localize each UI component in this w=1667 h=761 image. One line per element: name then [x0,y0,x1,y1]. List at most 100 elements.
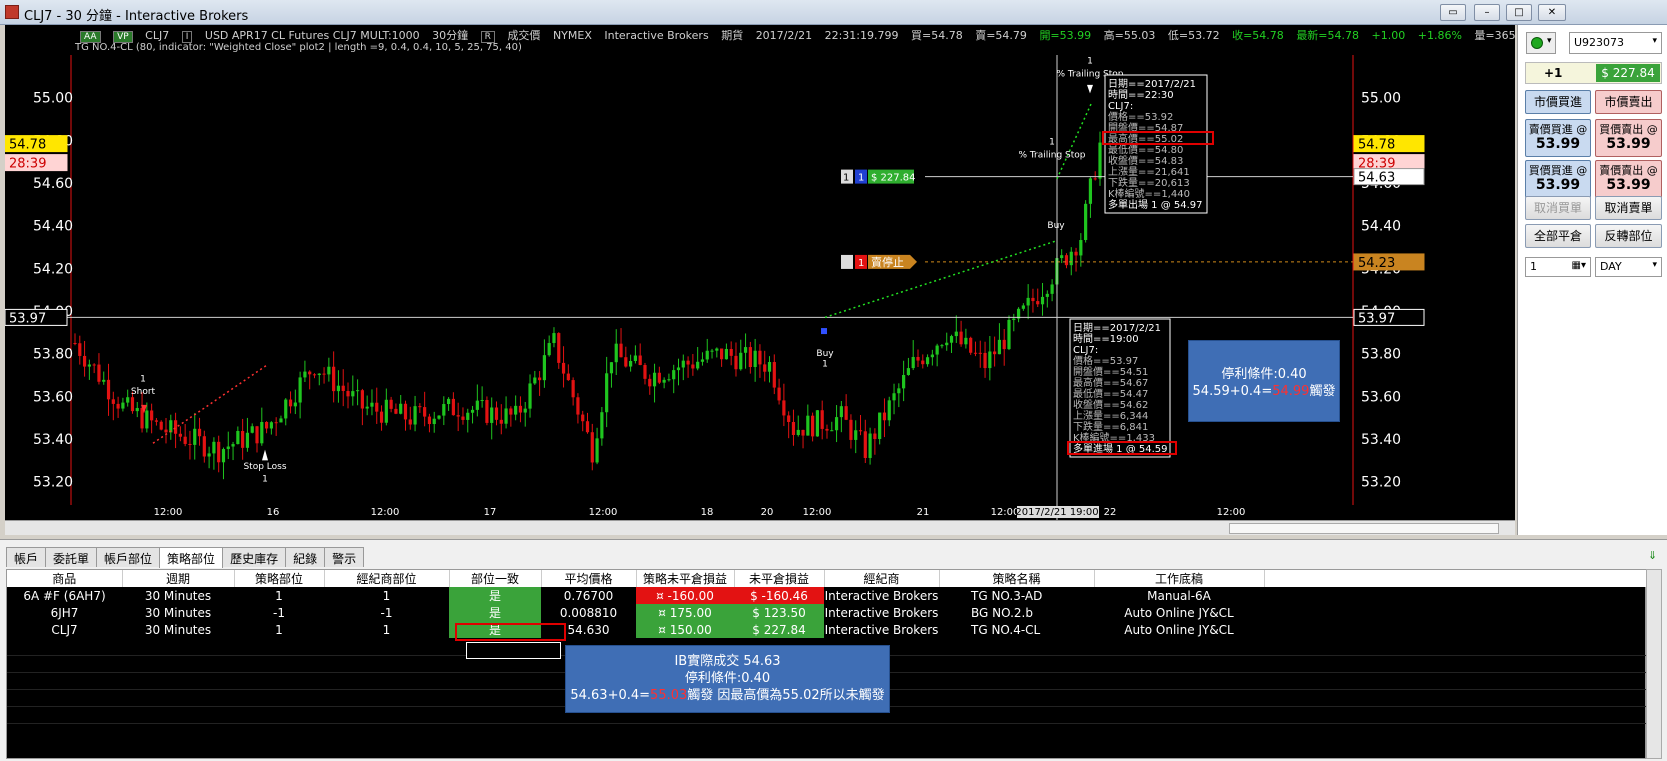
y-tick-label-left: 54.60 [33,176,73,192]
cancel-buy-button[interactable]: 取消買單 [1525,196,1591,220]
close-button[interactable]: ✕ [1538,4,1566,21]
empty-cell [1264,689,1647,707]
symbol-label: CLJ7 [145,29,170,42]
table-row[interactable]: 6JH7 30 Minutes -1 -1 是 0.008810 ¤ 175.00 $ 123… [7,604,1647,621]
column-header[interactable]: 未平倉損益 [734,570,825,587]
column-header[interactable]: 工作底稿 [1094,570,1265,587]
tooltip-exit-line: 時間==22:30 [1108,89,1174,101]
candle-body [245,432,250,448]
market-sell-button[interactable]: 市價賣出 [1595,90,1662,114]
candle-body [715,348,719,351]
tab-alerts[interactable]: 警示 [324,547,365,567]
column-header[interactable]: 經紀商 [824,570,940,587]
table-cell: 1 [275,622,283,637]
tab-orders[interactable]: 委託單 [45,547,98,567]
column-header[interactable]: 策略未平倉損益 [636,570,735,587]
candle-body [332,366,336,392]
column-header[interactable]: 策略部位 [234,570,325,587]
column-header[interactable]: 部位一致 [449,570,542,587]
table-cell: Interactive Brokers [824,605,939,620]
candle-body [188,443,192,445]
table-cell-filler [1264,587,1647,604]
candle-body [854,430,858,440]
candle-body [787,415,791,422]
high-label: 高=55.03 [1103,29,1156,42]
candle-body [164,429,168,433]
table-row[interactable]: 6A #F (6AH7) 30 Minutes 1 1 是 0.76700 ¤ -160.0… [7,587,1647,604]
candle-body [911,356,915,369]
candle-body [475,400,479,410]
cancel-stop-icon[interactable] [841,254,853,269]
account-dropdown[interactable]: U923073 ▾ [1569,32,1662,54]
chart-scrollbar[interactable] [5,520,1515,535]
price-chart[interactable]: 55.0055.0054.8054.8054.6054.6054.4054.40… [5,25,1540,535]
cancel-sell-button[interactable]: 取消賣單 [1595,196,1662,220]
candle-body [839,406,843,418]
candle-body [710,350,714,352]
empty-cell [1264,706,1647,724]
tab-history[interactable]: 歷史庫存 [222,547,287,567]
chart-canvas[interactable]: 55.0055.0054.8054.8054.6054.6054.4054.40… [5,25,1515,520]
flatten-all-button[interactable]: 全部平倉 [1525,224,1591,248]
candle-body [437,415,441,419]
highlight-avg-price [455,623,566,641]
candle-body [873,433,877,440]
column-header[interactable]: 週期 [122,570,235,587]
scrollbar-thumb[interactable] [1229,523,1499,534]
candle-body [389,399,393,409]
candle-body [969,337,973,353]
status-dropdown[interactable]: ▾ [1526,32,1556,54]
restore-icon[interactable]: ▭ [1440,4,1466,21]
column-header[interactable]: 經紀商部位 [324,570,450,587]
ask-label: 賣=54.79 [975,29,1027,42]
ask-buy-button[interactable]: 賣價買進 @53.99 [1525,119,1591,157]
empty-cell [449,706,541,724]
reverse-position-button[interactable]: 反轉部位 [1595,224,1662,248]
market-buy-button[interactable]: 市價買進 [1525,90,1591,114]
maximize-button[interactable]: □ [1506,4,1532,21]
candle-body [279,418,283,423]
column-header[interactable]: 平均價格 [541,570,637,587]
bid-buy-button[interactable]: 買價買進 @53.99 [1525,160,1591,198]
candle-body [303,371,307,378]
column-header[interactable]: 策略名稱 [939,570,1095,587]
actual-fill-note: IB實際成交 54.63 停利條件:0.40 54.63+0.4=55.03觸發… [565,645,890,713]
close-label: 收=54.78 [1232,29,1284,42]
stop-loss-qty-label: 1 [262,475,268,485]
collapse-icon[interactable]: ⇓ [1648,549,1657,562]
candle-body [643,365,647,379]
candle-body [629,360,633,367]
candle-body [154,420,159,422]
candle-body [892,393,896,401]
y-tick-label-left: 53.20 [33,475,73,491]
buy-qty-label: 1 [822,359,828,369]
column-header[interactable]: 商品 [7,570,123,587]
candle-body [451,398,455,416]
tab-log[interactable]: 紀錄 [285,547,326,567]
bid-label: 買=54.78 [911,29,963,42]
table-scrollbar[interactable] [1646,569,1662,759]
tif-dropdown[interactable]: DAY ▾ [1595,257,1662,277]
cell-editor[interactable] [466,642,561,659]
empty-cell [1264,638,1647,656]
candle-body [73,343,77,344]
table-row[interactable]: CLJ7 30 Minutes 1 1 是 54.630 ¤ 150.00 $ 227.84 I… [7,621,1647,638]
bid-sell-button[interactable]: 買價賣出 @53.99 [1595,119,1662,157]
candle-body [566,373,570,381]
tab-account[interactable]: 帳戶 [6,547,47,567]
order-qty-input[interactable]: 1 ▦▾ [1525,257,1591,277]
stop-loss-label: Stop Loss [243,462,286,472]
candle-body [370,402,374,407]
candle-body [212,441,216,454]
candle-body [844,406,848,420]
candle-body [748,347,752,368]
tab-account-positions[interactable]: 帳戶部位 [96,547,161,567]
tab-strategy-positions[interactable]: 策略部位 [159,547,224,568]
position-qty: +1 [1544,66,1563,80]
empty-cell [324,689,449,707]
minimize-button[interactable]: – [1474,4,1500,21]
ask-sell-button[interactable]: 賣價賣出 @53.99 [1595,160,1662,198]
calculator-icon[interactable]: ▦▾ [1572,260,1586,271]
account-label: U923073 [1574,36,1625,49]
candle-body [106,379,111,400]
